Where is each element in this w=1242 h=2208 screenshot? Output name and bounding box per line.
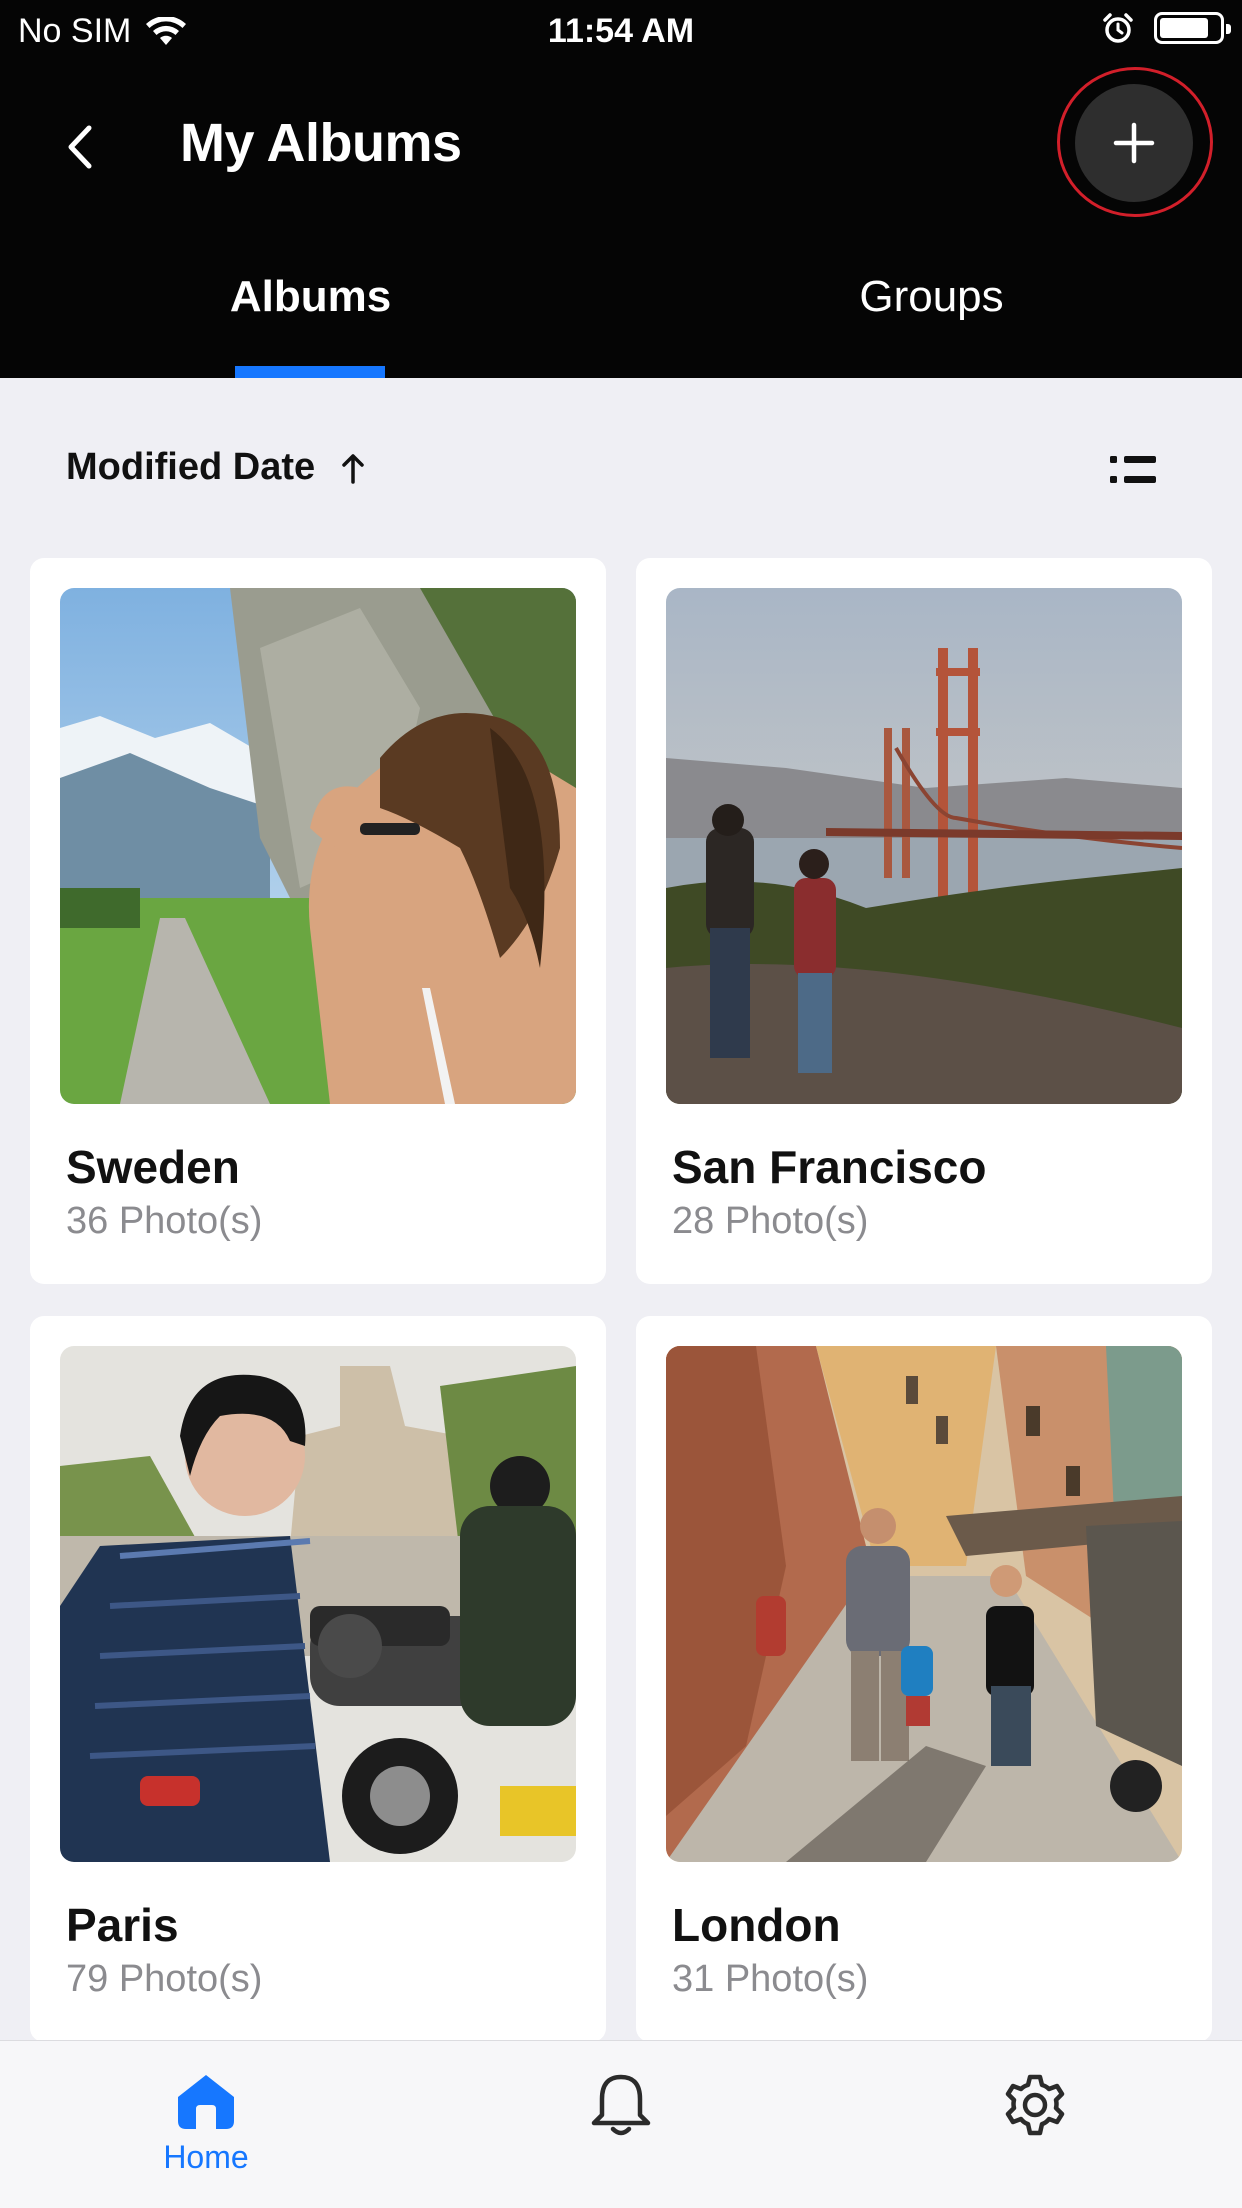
album-card-san-francisco[interactable]: San Francisco 28 Photo(s) <box>636 558 1212 1284</box>
tab-groups[interactable]: Groups <box>621 262 1242 378</box>
album-photo-count: 79 Photo(s) <box>66 1958 263 2000</box>
home-icon <box>178 2075 234 2129</box>
header: No SIM 11:54 AM My Albums Albums Groups <box>0 0 1242 378</box>
album-cover-image <box>60 1346 576 1862</box>
album-photo-count: 36 Photo(s) <box>66 1200 263 1242</box>
tab-notifications[interactable] <box>541 2071 701 2201</box>
status-right <box>1102 12 1231 44</box>
add-album-button[interactable] <box>1075 84 1193 202</box>
list-view-icon[interactable] <box>1108 448 1158 492</box>
tab-home-label: Home <box>163 2139 249 2175</box>
sort-button[interactable]: Modified Date <box>66 446 365 489</box>
album-cover-image <box>666 588 1182 1104</box>
plus-icon <box>1113 122 1155 164</box>
alarm-icon <box>1103 13 1133 43</box>
bottom-tab-bar: Home <box>0 2040 1242 2208</box>
back-chevron-icon <box>68 125 92 169</box>
status-time: 11:54 AM <box>547 12 695 50</box>
status-bar: No SIM 11:54 AM <box>0 0 1242 62</box>
albums-screen: No SIM 11:54 AM My Albums Albums Groups … <box>0 0 1242 2208</box>
page-title: My Albums <box>180 113 462 173</box>
album-cover-london <box>666 1346 1182 1862</box>
album-name: London <box>672 1899 841 1951</box>
tab-albums[interactable]: Albums <box>0 262 621 378</box>
tab-settings[interactable] <box>955 2071 1115 2201</box>
album-card-london[interactable]: London 31 Photo(s) <box>636 1316 1212 2042</box>
sort-arrow-up-icon <box>342 453 364 484</box>
bell-icon <box>591 2074 651 2136</box>
album-card-paris[interactable]: Paris 79 Photo(s) <box>30 1316 606 2042</box>
sort-label: Modified Date <box>66 446 316 488</box>
battery-fill <box>1160 18 1209 38</box>
nav-bar: My Albums <box>0 62 1242 222</box>
album-cover-image <box>60 588 576 1104</box>
battery-nub <box>1226 24 1231 34</box>
battery-icon <box>1154 12 1231 44</box>
album-card-sweden[interactable]: Sweden 36 Photo(s) <box>30 558 606 1284</box>
album-name: Paris <box>66 1899 179 1951</box>
album-cover-san-francisco <box>666 588 1182 1104</box>
album-cover-paris <box>60 1346 576 1862</box>
tab-indicator <box>235 366 385 378</box>
album-name: San Francisco <box>672 1141 987 1193</box>
tab-home[interactable]: Home <box>126 2071 286 2201</box>
album-photo-count: 31 Photo(s) <box>672 1958 869 2000</box>
album-photo-count: 28 Photo(s) <box>672 1200 869 1242</box>
sort-row: Modified Date <box>0 420 1242 520</box>
back-button[interactable] <box>50 117 110 177</box>
gear-icon <box>1005 2074 1065 2136</box>
album-cover-image <box>666 1346 1182 1862</box>
album-cover-sweden <box>60 588 576 1104</box>
tab-bar: Albums Groups <box>0 262 1242 378</box>
album-name: Sweden <box>66 1141 240 1193</box>
